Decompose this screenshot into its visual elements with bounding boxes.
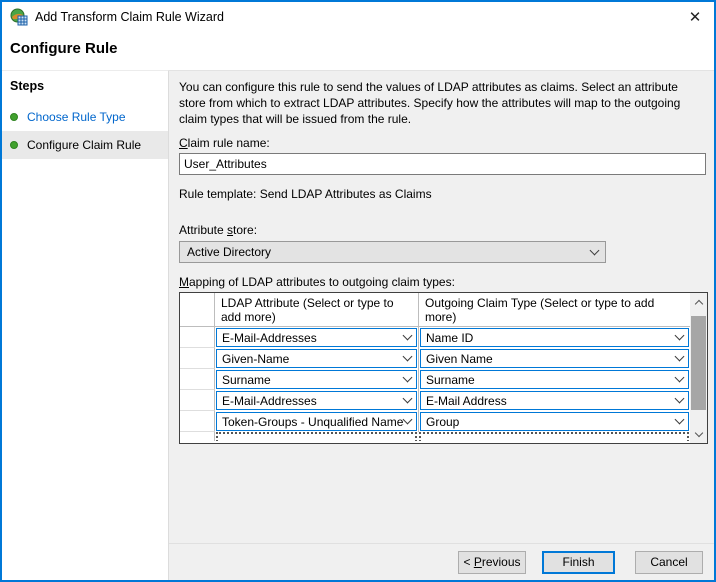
row-selector-cell[interactable] bbox=[180, 327, 215, 348]
row-selector-header-cell bbox=[180, 293, 215, 326]
sidebar-item-choose-rule-type[interactable]: Choose Rule Type bbox=[2, 103, 168, 131]
claim-rule-name-input[interactable] bbox=[179, 153, 706, 175]
ldap-attribute-select[interactable]: E-Mail-Addresses bbox=[216, 391, 417, 410]
row-selector-cell[interactable] bbox=[180, 348, 215, 369]
scrollbar-thumb[interactable] bbox=[691, 316, 706, 410]
chevron-down-icon bbox=[403, 415, 413, 425]
mapping-label: Mapping of LDAP attributes to outgoing c… bbox=[179, 275, 714, 289]
chevron-down-icon bbox=[675, 415, 685, 425]
chevron-down-icon bbox=[403, 373, 413, 383]
chevron-down-icon bbox=[675, 373, 685, 383]
table-header-ldap: LDAP Attribute (Select or type to add mo… bbox=[215, 293, 418, 326]
close-icon[interactable]: ✕ bbox=[684, 6, 706, 28]
ldap-attribute-select[interactable]: E-Mail-Addresses bbox=[216, 328, 417, 347]
claims-mapping-table: LDAP Attribute (Select or type to add mo… bbox=[179, 292, 708, 444]
button-bar: < Previous Finish Cancel bbox=[169, 543, 714, 580]
outgoing-claim-select[interactable]: Surname bbox=[420, 370, 689, 389]
scrollbar-track[interactable] bbox=[690, 310, 707, 426]
outgoing-claim-select-partial[interactable] bbox=[419, 432, 689, 441]
table-header-row: LDAP Attribute (Select or type to add mo… bbox=[180, 293, 690, 327]
previous-button[interactable]: < Previous bbox=[458, 551, 526, 574]
chevron-down-icon bbox=[403, 331, 413, 341]
table-row: Surname Surname bbox=[180, 369, 690, 390]
row-selector-cell bbox=[180, 432, 215, 441]
row-selector-cell[interactable] bbox=[180, 390, 215, 411]
row-selector-cell[interactable] bbox=[180, 411, 215, 432]
row-selector-cell[interactable] bbox=[180, 369, 215, 390]
rule-description: You can configure this rule to send the … bbox=[179, 79, 703, 127]
ldap-attribute-select[interactable]: Token-Groups - Unqualified Names bbox=[216, 412, 417, 431]
outgoing-claim-select[interactable]: Given Name bbox=[420, 349, 689, 368]
attribute-store-label: Attribute store: bbox=[179, 223, 714, 237]
steps-title: Steps bbox=[2, 77, 168, 103]
table-row: Token-Groups - Unqualified Names Group bbox=[180, 411, 690, 432]
table-row-partial bbox=[180, 432, 690, 441]
table-row: Given-Name Given Name bbox=[180, 348, 690, 369]
chevron-down-icon bbox=[675, 331, 685, 341]
claim-rule-name-label: Claim rule name: bbox=[179, 136, 714, 150]
outgoing-claim-select[interactable]: E-Mail Address bbox=[420, 391, 689, 410]
chevron-down-icon bbox=[694, 429, 702, 437]
outgoing-claim-select[interactable]: Group bbox=[420, 412, 689, 431]
page-header: Configure Rule bbox=[2, 32, 714, 70]
step-label: Choose Rule Type bbox=[27, 110, 126, 124]
step-label: Configure Claim Rule bbox=[27, 138, 141, 152]
table-header-outgoing: Outgoing Claim Type (Select or type to a… bbox=[418, 293, 690, 326]
chevron-up-icon bbox=[694, 299, 702, 307]
window-titlebar: Add Transform Claim Rule Wizard ✕ bbox=[2, 2, 714, 32]
scroll-down-button[interactable] bbox=[690, 426, 707, 443]
page-title: Configure Rule bbox=[10, 40, 706, 57]
rule-template-text: Rule template: Send LDAP Attributes as C… bbox=[179, 187, 714, 201]
attribute-store-select[interactable]: Active Directory bbox=[179, 241, 606, 263]
chevron-down-icon bbox=[675, 394, 685, 404]
steps-panel: Steps Choose Rule Type Configure Claim R… bbox=[2, 70, 169, 580]
finish-button[interactable]: Finish bbox=[542, 551, 615, 574]
chevron-down-icon bbox=[675, 352, 685, 362]
chevron-down-icon bbox=[403, 352, 413, 362]
scroll-up-button[interactable] bbox=[690, 293, 707, 310]
table-row: E-Mail-Addresses Name ID bbox=[180, 327, 690, 348]
outgoing-claim-select[interactable]: Name ID bbox=[420, 328, 689, 347]
table-scrollbar[interactable] bbox=[690, 293, 707, 443]
attribute-store-value: Active Directory bbox=[187, 245, 271, 259]
step-complete-dot-icon bbox=[10, 113, 18, 121]
step-complete-dot-icon bbox=[10, 141, 18, 149]
ldap-attribute-select[interactable]: Given-Name bbox=[216, 349, 417, 368]
chevron-down-icon bbox=[403, 394, 413, 404]
cancel-button[interactable]: Cancel bbox=[635, 551, 703, 574]
app-icon bbox=[10, 8, 28, 26]
wizard-content: You can configure this rule to send the … bbox=[169, 71, 714, 543]
table-row: E-Mail-Addresses E-Mail Address bbox=[180, 390, 690, 411]
ldap-attribute-select-partial[interactable] bbox=[216, 432, 417, 441]
sidebar-item-configure-claim-rule[interactable]: Configure Claim Rule bbox=[2, 131, 168, 159]
ldap-attribute-select[interactable]: Surname bbox=[216, 370, 417, 389]
chevron-down-icon bbox=[590, 245, 600, 255]
window-title: Add Transform Claim Rule Wizard bbox=[35, 10, 224, 24]
